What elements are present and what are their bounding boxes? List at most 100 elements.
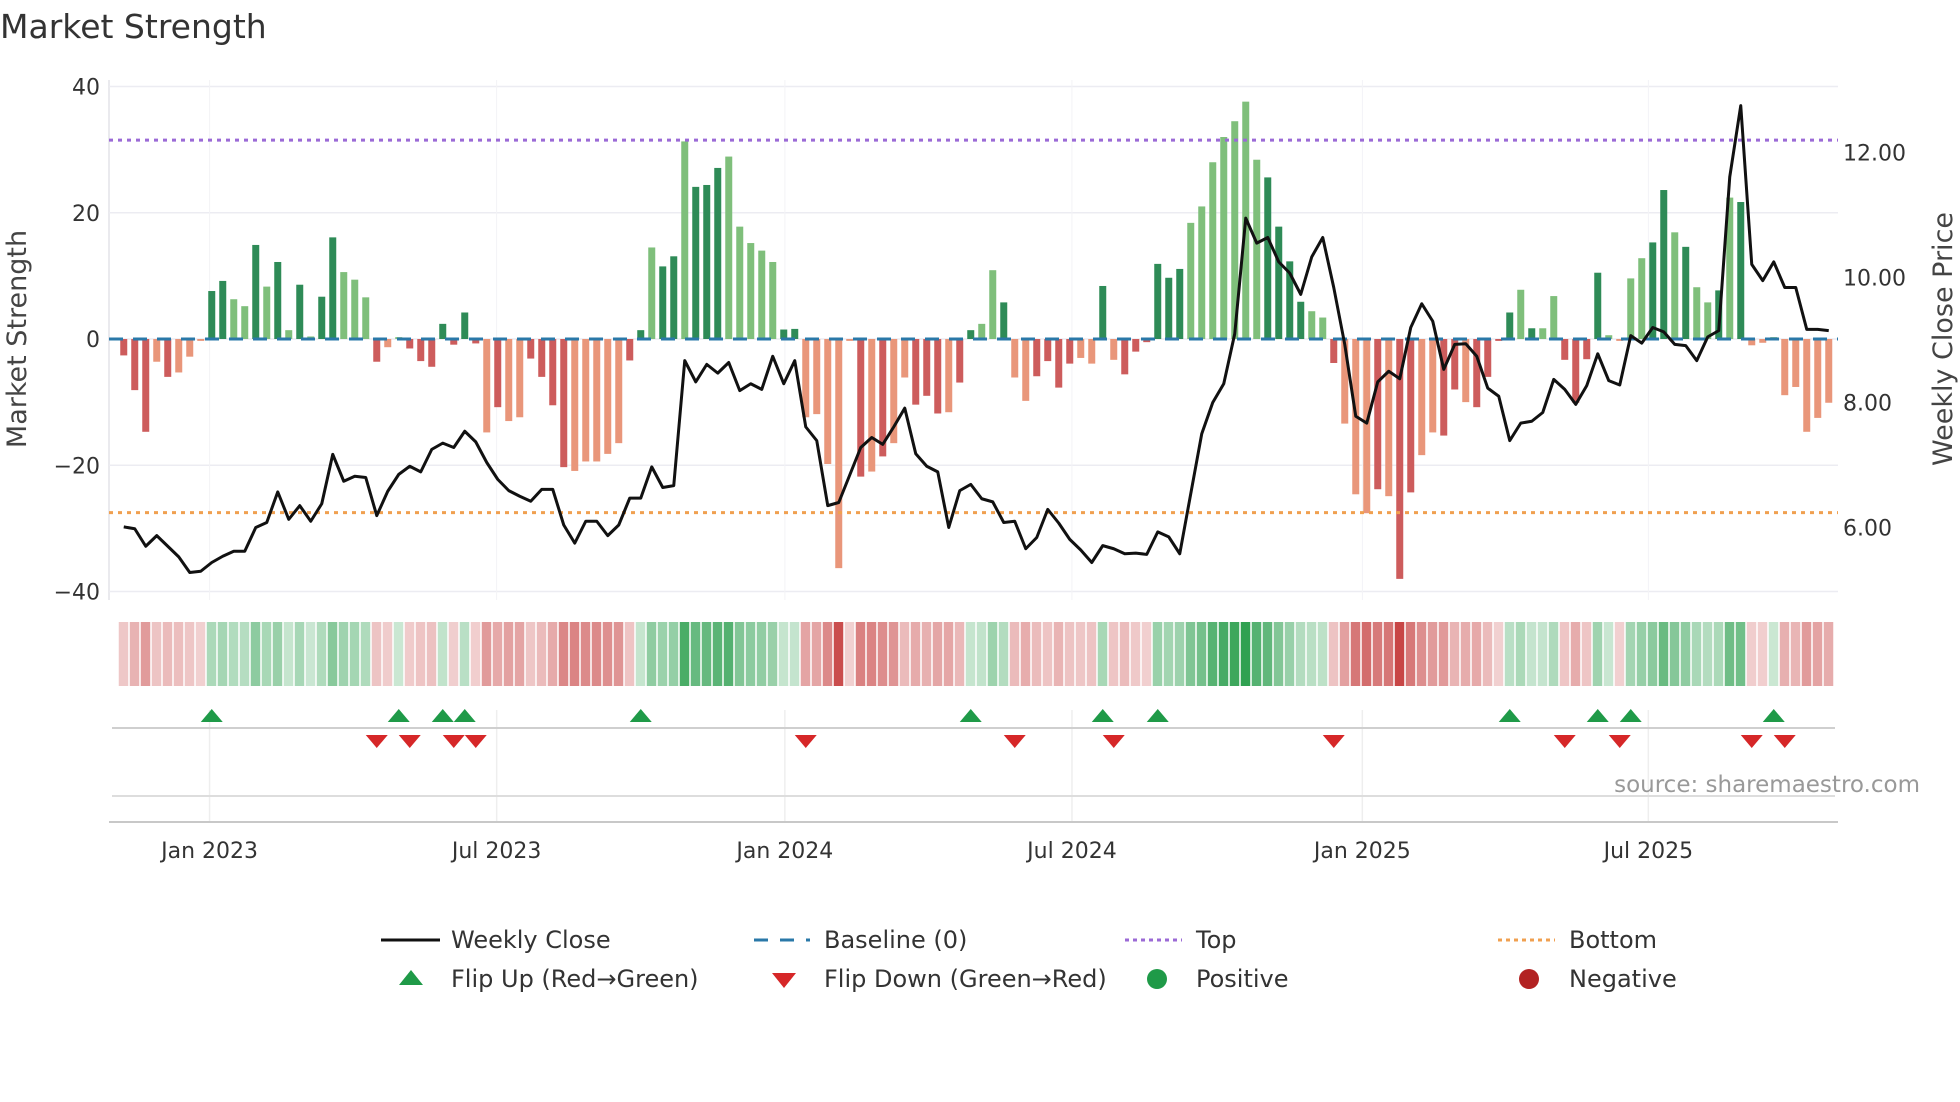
strength-bar <box>1319 317 1327 339</box>
heat-cell <box>1493 622 1504 686</box>
heat-cell <box>877 622 888 686</box>
heat-cell <box>1592 622 1603 686</box>
strength-bar <box>758 250 766 339</box>
x-tick-label: Jan 2023 <box>159 839 258 864</box>
strength-bar <box>1000 302 1008 339</box>
heat-cell <box>162 622 173 686</box>
strength-bar <box>175 339 183 373</box>
heat-cell <box>283 622 294 686</box>
y-tick-label: 20 <box>72 202 100 227</box>
strength-bar <box>1473 339 1481 408</box>
flip-up-icon <box>399 970 423 985</box>
legend-flip-down: Flip Down (Green→Red) <box>824 965 1107 993</box>
heat-cell <box>261 622 272 686</box>
strength-bar <box>461 312 469 339</box>
positive-dot-icon <box>1147 969 1167 989</box>
heat-cell <box>1251 622 1262 686</box>
heat-cell <box>305 622 316 686</box>
strength-bar <box>868 339 876 472</box>
heat-cell <box>1581 622 1592 686</box>
strength-bar <box>1044 339 1052 362</box>
strength-bar <box>615 339 623 444</box>
strength-bar <box>1627 278 1635 339</box>
strength-bar <box>945 339 953 413</box>
heat-cell <box>1691 622 1702 686</box>
flip-up-marker <box>1762 709 1785 722</box>
heat-cell <box>1801 622 1812 686</box>
heat-cell <box>1812 622 1823 686</box>
heat-cell <box>228 622 239 686</box>
heat-cell <box>239 622 250 686</box>
heat-cell <box>151 622 162 686</box>
heat-cell <box>327 622 338 686</box>
source-label: source: sharemaestro.com <box>1614 772 1920 798</box>
flip-up-marker <box>387 709 410 722</box>
strength-bar <box>626 339 634 361</box>
heat-cell <box>1757 622 1768 686</box>
strength-bar <box>1539 328 1547 339</box>
heat-cell <box>1603 622 1614 686</box>
strength-bar <box>527 339 535 359</box>
heat-cell <box>1119 622 1130 686</box>
heat-cell <box>1482 622 1493 686</box>
heat-cell <box>800 622 811 686</box>
strength-bar <box>1781 339 1789 396</box>
heat-cell <box>987 622 998 686</box>
heat-cell <box>932 622 943 686</box>
heat-cell <box>1152 622 1163 686</box>
heat-cell <box>1746 622 1757 686</box>
strength-bar <box>1077 339 1085 358</box>
strength-bar <box>120 339 128 356</box>
legend-flip-up: Flip Up (Red→Green) <box>451 965 699 993</box>
strength-bar <box>1220 137 1228 339</box>
strength-bar <box>439 323 447 339</box>
heat-cell <box>1339 622 1350 686</box>
heat-cell <box>415 622 426 686</box>
strength-bar <box>1803 339 1811 432</box>
strength-bar <box>1275 226 1283 339</box>
heat-cell <box>514 622 525 686</box>
heat-cell <box>591 622 602 686</box>
heat-cell <box>1394 622 1405 686</box>
strength-bar <box>747 243 755 339</box>
x-tick-label: Jul 2024 <box>1025 839 1117 864</box>
strength-bar <box>494 339 502 408</box>
flip-down-marker <box>1553 735 1576 748</box>
y-tick-label: 0 <box>86 328 100 353</box>
heat-cell <box>822 622 833 686</box>
strength-bar <box>483 339 491 433</box>
strength-bar <box>1011 339 1019 378</box>
strength-bar <box>428 339 436 367</box>
heat-cell <box>745 622 756 686</box>
flip-up-marker <box>959 709 982 722</box>
flip-up-marker <box>431 709 454 722</box>
heat-cell <box>1625 622 1636 686</box>
legend-positive: Positive <box>1196 965 1289 993</box>
strength-bar <box>505 339 513 422</box>
heat-cell <box>1053 622 1064 686</box>
heat-cell <box>1306 622 1317 686</box>
heat-cell <box>789 622 800 686</box>
strength-bar <box>1099 285 1107 339</box>
strength-bar <box>692 186 700 339</box>
y2-tick-label: 6.00 <box>1843 517 1892 542</box>
strength-bar <box>1088 339 1096 364</box>
strength-bar <box>681 141 689 339</box>
heat-cell <box>1647 622 1658 686</box>
strength-bar <box>164 339 172 377</box>
flip-down-marker <box>1608 735 1631 748</box>
strength-bar <box>1110 339 1118 360</box>
heat-cell <box>1680 622 1691 686</box>
heat-cell <box>217 622 228 686</box>
y-tick-label: −20 <box>54 454 100 479</box>
strength-bar <box>153 339 161 362</box>
heat-cell <box>899 622 910 686</box>
strength-bar <box>296 284 304 339</box>
flip-up-marker <box>200 709 223 722</box>
heat-cell <box>426 622 437 686</box>
heat-cell <box>349 622 360 686</box>
heat-cell <box>1713 622 1724 686</box>
strength-bar <box>1429 339 1437 433</box>
heat-cell <box>866 622 877 686</box>
strength-bar <box>417 339 425 362</box>
